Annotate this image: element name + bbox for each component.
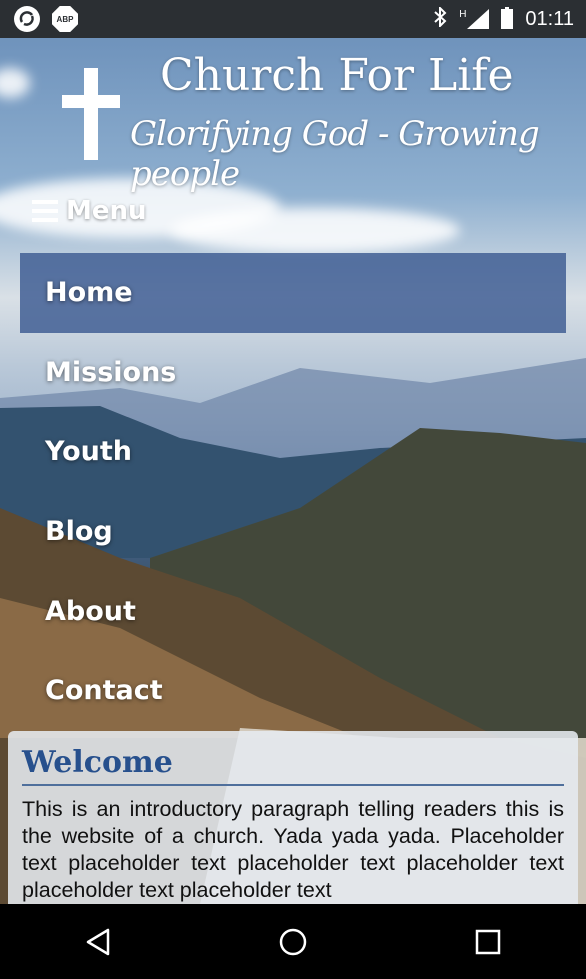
back-button[interactable]	[68, 912, 128, 972]
home-button[interactable]	[263, 912, 323, 972]
nav-item-blog[interactable]: Blog	[20, 492, 566, 572]
signal-type-label: H	[459, 9, 467, 20]
hamburger-icon	[32, 200, 58, 222]
status-right: H 01:11	[433, 5, 574, 32]
welcome-paragraph: This is an introductory paragraph tellin…	[22, 797, 564, 902]
battery-icon	[501, 7, 514, 29]
nav-item-contact[interactable]: Contact	[20, 651, 566, 731]
cross-logo-icon	[62, 68, 120, 160]
nav-item-youth[interactable]: Youth	[20, 412, 566, 492]
recents-button[interactable]	[458, 912, 518, 972]
site-title: Church For Life	[160, 50, 514, 101]
status-bar: ABP H 01:11	[0, 0, 586, 38]
main-nav: Home Missions Youth Blog About Contact	[20, 253, 566, 731]
recents-square-icon	[476, 929, 501, 954]
menu-toggle-button[interactable]: Menu	[32, 196, 147, 226]
status-time: 01:11	[525, 7, 574, 30]
nav-item-missions[interactable]: Missions	[20, 333, 566, 413]
nav-item-home[interactable]: Home	[20, 253, 566, 333]
home-circle-icon	[279, 928, 307, 955]
bluetooth-icon	[433, 5, 447, 32]
menu-toggle-label: Menu	[66, 196, 147, 226]
page-content: Church For Life Glorifying God - Growing…	[0, 38, 586, 904]
site-tagline: Glorifying God - Growing people	[130, 114, 540, 194]
sync-icon	[14, 6, 40, 32]
system-navigation-bar	[0, 904, 586, 979]
nav-item-about[interactable]: About	[20, 571, 566, 651]
welcome-heading: Welcome	[22, 745, 564, 786]
welcome-card: Welcome This is an introductory paragrap…	[8, 731, 578, 904]
back-triangle-icon	[86, 928, 109, 955]
status-left: ABP	[14, 6, 78, 32]
signal-icon: H	[459, 9, 490, 29]
abp-icon: ABP	[52, 6, 78, 32]
